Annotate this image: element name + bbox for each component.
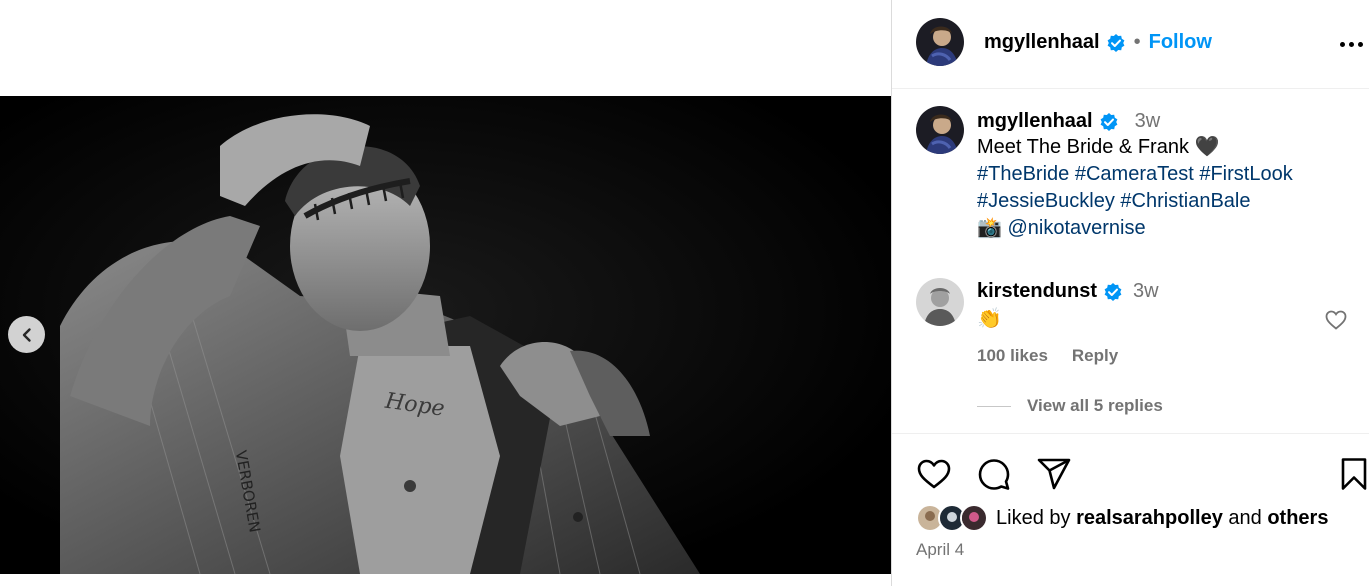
caption-time[interactable]: 3w	[1135, 110, 1161, 133]
liker-avatar[interactable]	[960, 504, 988, 532]
chevron-left-icon	[22, 327, 31, 342]
liked-by-prefix: Liked by	[996, 506, 1071, 529]
share-send-icon[interactable]	[1036, 456, 1072, 492]
comment-item: kirstendunst 3w 👏 100 likes Reply View a…	[892, 270, 1369, 430]
post-actions-section: Liked by realsarahpolley and others Apri…	[892, 433, 1369, 586]
like-heart-icon[interactable]	[916, 456, 952, 492]
liked-by-and: and	[1228, 506, 1262, 529]
post-photo-image: Hope VERBOREN	[0, 96, 891, 574]
more-dot-icon	[1348, 41, 1354, 47]
more-dot-icon	[1357, 41, 1363, 47]
view-replies-button[interactable]: View all 5 replies	[977, 396, 1163, 416]
more-dot-icon	[1339, 41, 1345, 47]
author-avatar[interactable]	[916, 18, 964, 66]
commenter-avatar[interactable]	[916, 278, 964, 326]
comment-user: kirstendunst 3w	[977, 280, 1159, 303]
liked-by-row: Liked by realsarahpolley and others	[916, 504, 1328, 532]
comment-like-heart-icon[interactable]	[1324, 308, 1348, 332]
caption-avatar-image	[916, 106, 964, 154]
hashtag-link[interactable]: #JessieBuckley	[977, 190, 1115, 212]
post-side-panel: mgyllenhaal • Follow mgyllenhaal 3w Meet…	[891, 0, 1369, 586]
caption-hashtags-2: #JessieBuckley #ChristianBale	[977, 188, 1357, 215]
post-header: mgyllenhaal • Follow	[892, 0, 1369, 89]
comment-bubble-icon[interactable]	[976, 456, 1012, 492]
liked-by-text: Liked by realsarahpolley and others	[996, 507, 1328, 530]
save-bookmark-icon[interactable]	[1336, 456, 1369, 492]
caption-avatar[interactable]	[916, 106, 964, 154]
media-area: Hope VERBOREN	[0, 0, 891, 586]
previous-slide-button[interactable]	[8, 316, 45, 353]
mention-link[interactable]: @nikotavernise	[1007, 217, 1145, 239]
caption-user: mgyllenhaal 3w	[977, 110, 1160, 133]
header-user: mgyllenhaal • Follow	[984, 31, 1212, 54]
caption-line-1: Meet The Bride & Frank 🖤	[977, 136, 1220, 158]
comment-username[interactable]: kirstendunst	[977, 280, 1097, 303]
comment-text: 👏	[977, 308, 1002, 330]
verified-badge-icon	[1104, 282, 1122, 301]
header-username[interactable]: mgyllenhaal	[984, 31, 1100, 54]
caption-credit: 📸 @nikotavernise	[977, 215, 1357, 242]
comment-meta: 100 likes Reply	[977, 346, 1118, 366]
verified-badge-icon	[1107, 33, 1125, 52]
liked-by-others-link[interactable]: others	[1267, 507, 1328, 529]
more-options-button[interactable]	[1337, 32, 1365, 56]
liker-avatar-image	[962, 506, 986, 530]
commenter-avatar-image	[916, 278, 964, 326]
camera-emoji-icon: 📸	[977, 217, 1002, 239]
caption-username[interactable]: mgyllenhaal	[977, 110, 1093, 133]
verified-badge-icon	[1100, 112, 1118, 131]
follow-button[interactable]: Follow	[1149, 31, 1212, 54]
hashtag-link[interactable]: #FirstLook	[1199, 163, 1292, 185]
comment-reply-button[interactable]: Reply	[1072, 346, 1118, 366]
view-replies-label: View all 5 replies	[1027, 396, 1163, 415]
liked-by-user-link[interactable]: realsarahpolley	[1076, 507, 1223, 529]
caption-hashtags-1: #TheBride #CameraTest #FirstLook	[977, 161, 1357, 188]
hashtag-link[interactable]: #CameraTest	[1075, 163, 1194, 185]
hashtag-link[interactable]: #ChristianBale	[1120, 190, 1250, 212]
comment-likes-count[interactable]: 100 likes	[977, 346, 1048, 366]
separator-dot: •	[1133, 31, 1141, 53]
replies-divider-line	[977, 405, 1011, 407]
hashtag-link[interactable]: #TheBride	[977, 163, 1069, 185]
comment-time[interactable]: 3w	[1133, 280, 1159, 303]
caption-text: Meet The Bride & Frank 🖤 #TheBride #Came…	[977, 134, 1357, 242]
post-date[interactable]: April 4	[916, 540, 964, 560]
post-photo[interactable]: Hope VERBOREN	[0, 96, 891, 574]
author-avatar-image	[916, 18, 964, 66]
